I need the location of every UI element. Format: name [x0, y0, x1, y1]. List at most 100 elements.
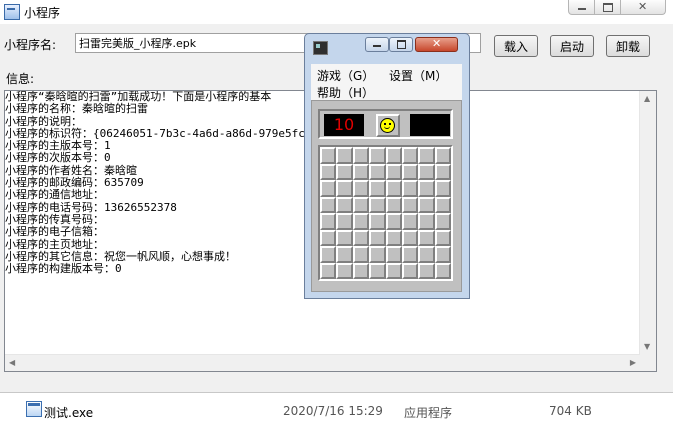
mine-cell[interactable] [401, 196, 419, 213]
load-button[interactable]: 载入 [494, 35, 538, 57]
file-size: 704 KB [549, 404, 592, 418]
scroll-down-icon[interactable]: ▼ [644, 343, 650, 351]
mine-cell[interactable] [401, 262, 419, 279]
mine-cell[interactable] [336, 246, 353, 263]
mine-cell[interactable] [385, 213, 402, 230]
mine-cell[interactable] [369, 196, 386, 213]
mine-cell[interactable] [336, 229, 353, 246]
mine-cell[interactable] [418, 163, 435, 180]
mine-cell[interactable] [320, 163, 337, 180]
mine-cell[interactable] [336, 147, 353, 164]
mine-cell[interactable] [336, 262, 353, 279]
title-bar[interactable]: 小程序 ✕ [0, 0, 673, 24]
mine-cell[interactable] [385, 262, 402, 279]
scroll-right-icon[interactable]: ▶ [630, 359, 636, 367]
mine-menu-bar: 游戏（G） 设置（M） 帮助（H） [311, 64, 462, 101]
minesweeper-window[interactable]: ✕ 游戏（G） 设置（M） 帮助（H） 10 [304, 33, 470, 299]
mine-cell[interactable] [401, 246, 419, 263]
file-date: 2020/7/16 15:29 [283, 404, 383, 418]
mine-cell[interactable] [320, 229, 337, 246]
scroll-up-icon[interactable]: ▲ [644, 95, 650, 103]
mine-maximize-button[interactable] [389, 37, 413, 52]
mine-cell[interactable] [320, 147, 337, 164]
mine-cell[interactable] [369, 213, 386, 230]
mine-cell[interactable] [385, 229, 402, 246]
mine-cell[interactable] [401, 213, 419, 230]
scroll-left-icon[interactable]: ◀ [9, 359, 15, 367]
mine-cell[interactable] [401, 147, 419, 164]
maximize-icon [603, 3, 613, 12]
mine-cell[interactable] [320, 246, 337, 263]
mine-cell[interactable] [336, 163, 353, 180]
mine-cell[interactable] [336, 213, 353, 230]
minimize-icon [373, 45, 381, 47]
mine-cell[interactable] [320, 196, 337, 213]
mine-cell[interactable] [418, 262, 435, 279]
mine-cell[interactable] [418, 180, 435, 197]
mine-cell[interactable] [434, 147, 451, 164]
timer-display [410, 114, 450, 136]
info-label: 信息: [6, 72, 35, 86]
window-title: 小程序 [24, 6, 61, 20]
minimize-button[interactable] [568, 0, 596, 15]
mine-cell[interactable] [418, 213, 435, 230]
file-type: 应用程序 [404, 406, 453, 420]
file-list-row[interactable]: 测试.exe 2020/7/16 15:29 应用程序 704 KB [0, 393, 673, 425]
mine-cell[interactable] [434, 163, 451, 180]
menu-settings[interactable]: 设置（M） [389, 67, 447, 84]
mine-cell[interactable] [434, 262, 451, 279]
mine-cell[interactable] [369, 262, 386, 279]
mine-cell[interactable] [369, 229, 386, 246]
mine-cell[interactable] [352, 229, 370, 246]
close-icon: ✕ [638, 0, 648, 13]
mine-cell[interactable] [336, 196, 353, 213]
mine-cell[interactable] [352, 213, 370, 230]
mine-cell[interactable] [352, 246, 370, 263]
mine-cell[interactable] [385, 180, 402, 197]
mine-cell[interactable] [418, 196, 435, 213]
mine-cell[interactable] [385, 196, 402, 213]
smiley-face-icon [380, 118, 395, 133]
mine-cell[interactable] [352, 147, 370, 164]
mine-cell[interactable] [369, 163, 386, 180]
menu-help[interactable]: 帮助（H） [317, 84, 374, 101]
mine-cell[interactable] [320, 213, 337, 230]
reset-face-button[interactable] [376, 114, 400, 137]
close-button[interactable]: ✕ [620, 0, 666, 15]
menu-game[interactable]: 游戏（G） [317, 67, 374, 84]
mine-cell[interactable] [385, 147, 402, 164]
mine-cell[interactable] [401, 229, 419, 246]
mine-cell[interactable] [434, 180, 451, 197]
mine-cell[interactable] [352, 180, 370, 197]
mine-cell[interactable] [434, 213, 451, 230]
mine-cell[interactable] [369, 246, 386, 263]
mine-cell[interactable] [418, 147, 435, 164]
mine-cell[interactable] [369, 180, 386, 197]
mine-minimize-button[interactable] [365, 37, 389, 52]
mine-cell[interactable] [352, 163, 370, 180]
mine-cell[interactable] [320, 180, 337, 197]
mine-cell[interactable] [434, 196, 451, 213]
maximize-button[interactable] [594, 0, 622, 15]
minimize-icon [578, 8, 586, 10]
mine-cell[interactable] [434, 246, 451, 263]
unload-button[interactable]: 卸载 [606, 35, 650, 57]
vertical-scrollbar[interactable]: ▲ ▼ [639, 91, 656, 355]
start-button[interactable]: 启动 [550, 35, 594, 57]
exe-file-icon [26, 401, 42, 417]
mine-cell[interactable] [401, 180, 419, 197]
mine-cell[interactable] [401, 163, 419, 180]
name-label: 小程序名: [4, 38, 57, 52]
horizontal-scrollbar[interactable]: ◀ ▶ [5, 354, 640, 371]
mine-cell[interactable] [385, 246, 402, 263]
mine-cell[interactable] [320, 262, 337, 279]
mine-cell[interactable] [336, 180, 353, 197]
mine-close-button[interactable]: ✕ [415, 37, 458, 52]
mine-cell[interactable] [418, 229, 435, 246]
mine-cell[interactable] [418, 246, 435, 263]
mine-cell[interactable] [385, 163, 402, 180]
mine-cell[interactable] [434, 229, 451, 246]
mine-cell[interactable] [352, 196, 370, 213]
mine-cell[interactable] [369, 147, 386, 164]
mine-cell[interactable] [352, 262, 370, 279]
